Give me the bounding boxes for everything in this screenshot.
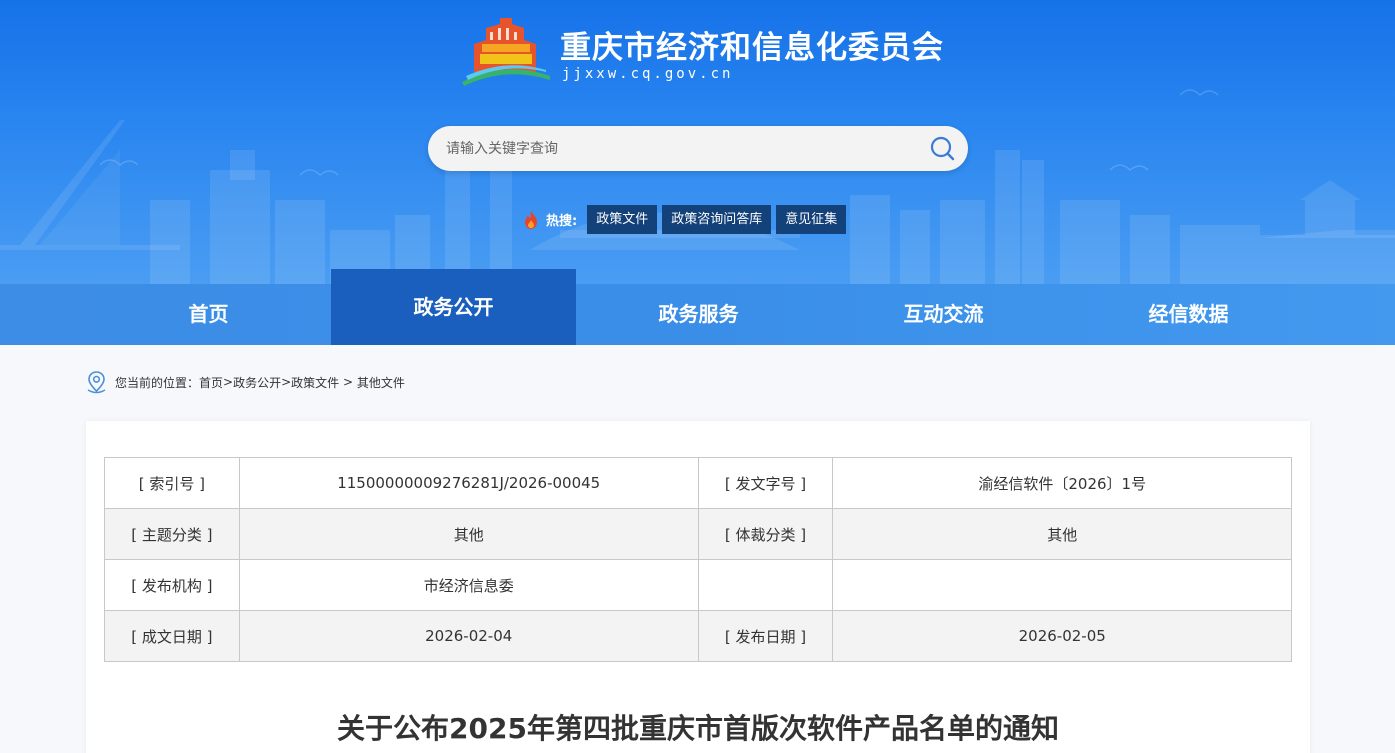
breadcrumb-government-affairs[interactable]: 政务公开 [233, 374, 281, 391]
meta-key: [ 体裁分类 ] [697, 508, 834, 560]
document-card: [ 索引号 ] 11500000009276281J/2026-00045 [ … [86, 421, 1310, 753]
nav-economic-data[interactable]: 经信数据 [1066, 284, 1311, 345]
flame-icon [525, 210, 537, 229]
meta-key: [ 发文字号 ] [697, 457, 834, 509]
meta-value: 其他 [238, 508, 699, 560]
meta-value: 2026-02-05 [832, 610, 1292, 662]
nav-government-affairs[interactable]: 政务公开 [331, 269, 576, 345]
document-title: 关于公布2025年第四批重庆市首版次软件产品名单的通知 [337, 712, 1059, 745]
hot-search: 热搜: 政策文件 政策咨询问答库 意见征集 [522, 205, 851, 234]
breadcrumb-other-docs[interactable]: 其他文件 [357, 374, 405, 391]
nav-government-services[interactable]: 政务服务 [576, 284, 821, 345]
table-row: [ 索引号 ] 11500000009276281J/2026-00045 [ … [104, 457, 1292, 509]
meta-key: [ 发布机构 ] [104, 559, 240, 611]
breadcrumb-policy-docs[interactable]: 政策文件 [291, 374, 339, 391]
chongqing-building-logo-icon[interactable] [460, 14, 552, 86]
main-nav: 首页 政务公开 政务服务 互动交流 经信数据 [0, 269, 1395, 345]
meta-value: 11500000009276281J/2026-00045 [238, 457, 699, 509]
site-title[interactable]: 重庆市经济和信息化委员会 [560, 22, 944, 67]
search-icon[interactable] [926, 132, 960, 166]
meta-value: 渝经信软件〔2026〕1号 [832, 457, 1292, 509]
breadcrumb-home[interactable]: 首页 [199, 374, 223, 391]
breadcrumb: 您当前的位置： 首页 > 政务公开 > 政策文件 > 其他文件 [86, 370, 405, 394]
table-row: [ 发布机构 ] 市经济信息委 [104, 559, 1292, 611]
table-row: [ 主题分类 ] 其他 [ 体裁分类 ] 其他 [104, 508, 1292, 560]
hot-tag-policy-docs[interactable]: 政策文件 [587, 205, 658, 234]
site-domain: jjxxw.cq.gov.cn [562, 66, 734, 82]
hot-tag-policy-qa[interactable]: 政策咨询问答库 [662, 205, 772, 234]
hot-tag-solicitation[interactable]: 意见征集 [776, 205, 847, 234]
meta-key: [ 成文日期 ] [104, 610, 240, 662]
meta-value [832, 559, 1292, 611]
search-input[interactable] [446, 126, 926, 171]
nav-interaction[interactable]: 互动交流 [821, 284, 1066, 345]
location-pin-icon [87, 371, 106, 394]
breadcrumb-separator: > [223, 375, 234, 389]
meta-key: [ 发布日期 ] [697, 610, 834, 662]
meta-key: [ 主题分类 ] [104, 508, 240, 560]
breadcrumb-prefix: 您当前的位置： [115, 375, 200, 390]
hot-search-label: 热搜: [546, 214, 578, 229]
table-row: [ 成文日期 ] 2026-02-04 [ 发布日期 ] 2026-02-05 [104, 610, 1292, 662]
breadcrumb-separator: > [281, 375, 292, 389]
meta-key: [ 索引号 ] [104, 457, 240, 509]
header-banner: 重庆市经济和信息化委员会 jjxxw.cq.gov.cn 热搜: 政策文件 政策… [0, 0, 1395, 284]
meta-value: 其他 [832, 508, 1292, 560]
meta-value: 市经济信息委 [238, 559, 699, 611]
breadcrumb-separator: > [339, 375, 357, 389]
nav-home[interactable]: 首页 [86, 284, 331, 345]
meta-key [697, 559, 834, 611]
document-meta-table: [ 索引号 ] 11500000009276281J/2026-00045 [ … [104, 457, 1292, 662]
search-bar [428, 126, 968, 171]
meta-value: 2026-02-04 [238, 610, 699, 662]
